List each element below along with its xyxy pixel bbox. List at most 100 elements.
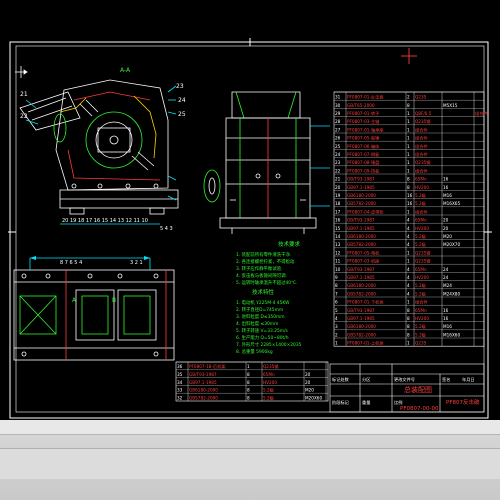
bom-right-cell: GB6180-2000 [347, 283, 376, 288]
bom-right-cell: 1 [407, 250, 410, 255]
bom-right-cell: PF0807-05-板锤 [347, 135, 379, 142]
bom-right-cell: 10 [335, 267, 341, 272]
bom-right-cell: Q235钢 [415, 258, 430, 265]
bom-right-cell: 2 [335, 332, 338, 337]
bom-right-cell: 组合件 [415, 135, 428, 142]
bom-right-cell: 65Mn [415, 308, 427, 313]
front-leader-25: 25 [178, 111, 186, 118]
bom-right-cell: 1 [407, 152, 410, 157]
bom-right-cell: 5.2级 [415, 200, 427, 207]
bom-right-cell: 1 [407, 127, 410, 132]
bom-right-cell: PF0807-01-上机体 [347, 340, 384, 347]
bom-right-cell: M24X80 [443, 291, 460, 296]
title-scale-label: 比例 [394, 399, 402, 406]
bom-right-cell: 5.2级 [415, 233, 427, 240]
bom-lower-cell: 5.2级 [263, 387, 275, 394]
bom-right-cell: PF0807-01-转子 [347, 110, 379, 117]
bom-right-cell: M16X65 [443, 201, 460, 206]
bom-right-cell: GB6180-2000 [347, 234, 376, 239]
bom-right-cell: 13 [335, 242, 341, 247]
tech-title-2: 技术特性 [252, 288, 275, 296]
bom-right-cell: PF0807-04-皮带轮 [347, 208, 384, 215]
tech-req-4: 4. 反击板与板锤间隙可调. [236, 272, 287, 279]
bom-right-cell: 4 [407, 218, 410, 223]
bom-lower-cell: M20 [305, 388, 314, 393]
title-main: 总装配图 [404, 385, 432, 394]
bom-right-cell: HV200 [415, 275, 429, 280]
bom-right-cell: GB6180-2000 [347, 324, 376, 329]
bom-right-cell: 29 [335, 111, 341, 116]
plan-top-numbers: 8 7 6 5 4 [60, 260, 82, 266]
bom-right-cell: 组合件 [415, 126, 428, 133]
bom-right-cell: 4 [407, 242, 410, 247]
front-leader-22: 22 [20, 113, 28, 120]
bom-right-cell: PF0807-05-电机 [347, 249, 380, 256]
bom-right-cell: 1 [407, 111, 410, 116]
bom-right-cell: 8 [335, 283, 338, 288]
tech-spec-2: 2. 转子直径D=745mm [236, 306, 283, 313]
bom-lower-cell: HV200 [263, 380, 277, 385]
bom-right-cell: 组合件 [415, 151, 428, 158]
bom-right-cell: 8 [407, 332, 410, 337]
tech-spec-3: 3. 进料粒度 D≤350mm [236, 313, 285, 320]
plan-view [13, 256, 175, 361]
bom-right-cell: 27 [335, 127, 341, 132]
bom-right-cell: 19 [335, 193, 341, 198]
bom-lower-cell: GB97.1-1985 [189, 380, 217, 385]
tech-spec-4: 4. 出料粒度 ≤30mm [236, 320, 278, 327]
bom-right-cell: 16 [443, 185, 449, 190]
bom-right-cell: 组合件 [415, 208, 428, 215]
bom-right-cell: GB97.1-1985 [347, 316, 375, 321]
bom-right-cell: 16 [335, 218, 341, 223]
bom-right-cell: 11 [335, 259, 341, 264]
bom-right-cell: 24 [443, 267, 449, 272]
bom-table-lower: 36 PF0807-18-后机架 1 Q235钢 35 GB/T93-1987 8 65Mn 2… [175, 361, 329, 401]
status-bar [0, 420, 500, 500]
plan-top-right-numbers: 3 2 1 [130, 260, 143, 266]
bom-right-cell: 组合件 [415, 299, 428, 306]
bom-right-cell: 25 [335, 144, 341, 149]
bom-lower-cell: 36 [177, 364, 183, 369]
bom-right-cell: 16 [443, 177, 449, 182]
bom-right-cell: 65Mn [415, 218, 427, 223]
bom-right-cell: M20X70 [443, 242, 460, 247]
bom-right-cell: 5.2级 [415, 323, 427, 330]
bom-right-cell: GB5782-2000 [347, 242, 376, 247]
bom-lower-cell: 65Mn [263, 372, 275, 377]
front-bottom-numbers: 20 19 18 17 16 15 14 13 12 11 10 [62, 218, 148, 224]
bom-right-cell: 3 [335, 324, 338, 329]
command-line[interactable] [0, 448, 500, 479]
bom-right-cell: GB6180-2000 [347, 193, 376, 198]
bom-right-cell: 18 [335, 201, 341, 206]
cad-viewport[interactable]: 21 22 23 24 25 20 19 18 17 16 15 14 13 1… [0, 0, 500, 420]
bom-right-cell: PF0807-06-箱体 [347, 143, 380, 150]
bom-right-cell: PF0807-07-侧板 [347, 151, 380, 158]
bom-right-cell: 1 [407, 300, 410, 305]
bom-right-cell: GB5782-2000 [347, 291, 376, 296]
bom-right-cell: GB5782-2000 [347, 332, 376, 337]
bom-right-cell: PF0807-01-反击板 [347, 94, 384, 101]
bom-right-cell: 21 [335, 177, 341, 182]
bom-right-cell: 8 [407, 308, 410, 313]
bom-right-cell: 1 [407, 144, 410, 149]
title-row-label-2: 分区 [362, 376, 370, 383]
bom-right-cell: 5 [335, 308, 338, 313]
bom-right-cell: Q235 [415, 341, 427, 346]
bom-right-cell: Q235 [415, 95, 427, 100]
bom-right-cell: 1 [407, 136, 410, 141]
bom-right-cell: HV200 [415, 185, 429, 190]
bom-right-cell: 4 [407, 275, 410, 280]
bom-right-cell: 4 [407, 234, 410, 239]
bom-lower-cell: 35 [177, 372, 183, 377]
bom-lower-cell: 34 [177, 380, 183, 385]
bom-right-cell: PF0807-03-机座 [347, 258, 379, 265]
front-leader-23: 23 [176, 83, 184, 90]
front-bottom-right-numbers: 5 4 3 [160, 226, 173, 232]
bom-right-cell: M16 [443, 324, 452, 329]
tech-req-2: 2. 各连接螺栓拧紧，不得松动. [236, 258, 296, 265]
bom-right-cell: 2 [407, 95, 410, 100]
bom-right-cell: 5.2级 [415, 241, 427, 248]
bom-right-cell: GB/T93-1987 [347, 177, 375, 182]
bom-right-cell: M24 [443, 283, 452, 288]
bom-right-cell: 1 [407, 168, 410, 173]
